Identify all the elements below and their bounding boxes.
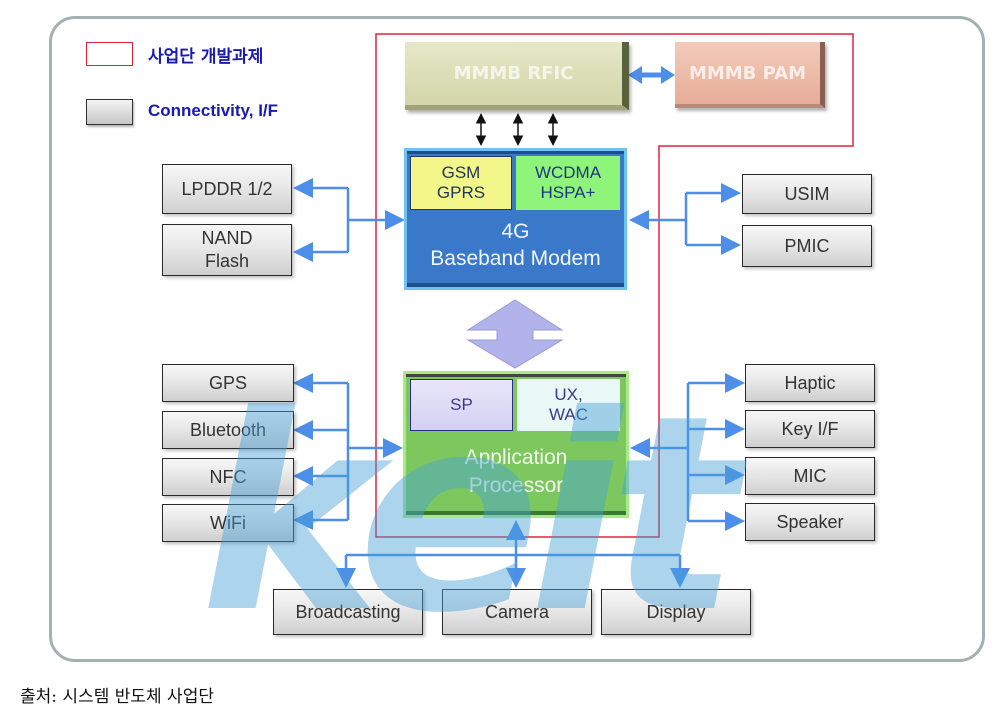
hspa-label: HSPA+ <box>540 183 596 202</box>
lpddr-block: LPDDR 1/2 <box>162 164 292 214</box>
source-caption: 출처: 시스템 반도체 사업단 <box>20 687 214 707</box>
gprs-label: GPRS <box>436 183 486 202</box>
key-if-block: Key I/F <box>745 410 875 448</box>
right-modem-connectors <box>629 183 741 255</box>
left-ap-connectors <box>293 373 403 530</box>
camera-block: Camera <box>442 589 592 635</box>
gsm-gprs-block: GSM GPRS <box>410 156 512 210</box>
rfic-block: MMMB RFIC <box>405 42 629 110</box>
speaker-block: Speaker <box>745 503 875 541</box>
modem-title: 4G Baseband Modem <box>404 218 627 272</box>
modem-ap-arrow <box>466 299 564 369</box>
mic-block: MIC <box>745 457 875 495</box>
wcdma-label: WCDMA <box>534 163 602 182</box>
bottom-connectors <box>336 520 690 588</box>
modem-title-line2: Baseband Modem <box>430 247 601 270</box>
usim-block: USIM <box>742 174 872 214</box>
nand-label: NAND <box>201 228 253 248</box>
modem-title-line1: 4G <box>501 220 530 243</box>
display-block: Display <box>601 589 751 635</box>
rfic-pam-arrow <box>628 66 675 84</box>
wifi-block: WiFi <box>162 504 294 542</box>
pam-block: MMMB PAM <box>675 42 825 108</box>
ap-title-line2: Processor <box>468 474 564 497</box>
ap-title: Application Processor <box>403 444 629 500</box>
flash-label: Flash <box>204 251 249 271</box>
pmic-block: PMIC <box>742 225 872 267</box>
sp-block: SP <box>410 379 513 431</box>
bluetooth-block: Bluetooth <box>162 411 294 449</box>
nand-flash-block: NAND Flash <box>162 224 292 276</box>
gps-block: GPS <box>162 364 294 402</box>
wac-label: WAC <box>548 405 589 424</box>
ux-wac-block: UX, WAC <box>517 379 620 431</box>
ux-label: UX, <box>554 385 583 404</box>
left-modem-connectors <box>293 178 405 262</box>
right-ap-connectors <box>630 373 745 531</box>
haptic-block: Haptic <box>745 364 875 402</box>
nfc-block: NFC <box>162 458 294 496</box>
wcdma-hspa-block: WCDMA HSPA+ <box>516 156 620 210</box>
gsm-label: GSM <box>441 163 481 182</box>
broadcasting-block: Broadcasting <box>273 589 423 635</box>
ap-title-line1: Application <box>464 446 568 469</box>
rfic-modem-arrows <box>475 113 559 146</box>
